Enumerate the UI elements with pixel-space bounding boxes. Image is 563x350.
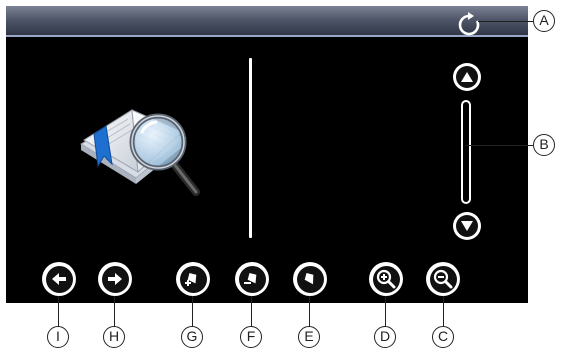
callout-h: H — [103, 326, 125, 348]
remove-bookmark-button[interactable] — [235, 262, 269, 296]
callout-d: D — [374, 326, 396, 348]
leader-line-d — [385, 296, 386, 329]
zoom-in-icon — [376, 269, 396, 289]
scroll-down-button[interactable] — [453, 212, 481, 240]
arrow-right-icon — [108, 273, 122, 285]
callout-a: A — [533, 10, 555, 32]
arrow-left-icon — [52, 273, 66, 285]
leader-line-i — [58, 296, 59, 329]
page-divider — [249, 58, 252, 238]
leader-line-b — [466, 145, 533, 146]
bookmark-add-icon — [185, 272, 197, 286]
leader-line-g — [192, 296, 193, 329]
leader-line-c — [443, 296, 444, 329]
leader-line-a — [478, 21, 533, 22]
next-page-button[interactable] — [98, 262, 132, 296]
callout-c: C — [432, 326, 454, 348]
refresh-icon[interactable] — [455, 11, 483, 39]
title-bar-divider — [6, 35, 528, 37]
callout-b: B — [533, 134, 555, 156]
scroll-up-button[interactable] — [453, 63, 481, 91]
device-screen — [6, 6, 528, 303]
title-bar — [6, 6, 528, 36]
leader-line-e — [309, 296, 310, 329]
zoom-in-button[interactable] — [369, 262, 403, 296]
triangle-up-icon — [461, 72, 473, 82]
bookmark-icon — [304, 272, 314, 285]
bookmark-button[interactable] — [293, 262, 327, 296]
callout-f: F — [240, 326, 262, 348]
bookmark-remove-icon — [244, 272, 257, 284]
callout-e: E — [298, 326, 320, 348]
previous-page-button[interactable] — [42, 262, 76, 296]
callout-i: I — [47, 326, 69, 348]
scroll-track[interactable] — [461, 100, 471, 204]
zoom-out-icon — [433, 269, 453, 289]
book-magnifier-icon — [80, 109, 200, 196]
add-bookmark-button[interactable] — [176, 262, 210, 296]
triangle-down-icon — [461, 221, 473, 231]
leader-line-h — [114, 296, 115, 329]
callout-g: G — [181, 326, 203, 348]
zoom-out-button[interactable] — [426, 262, 460, 296]
leader-line-f — [251, 296, 252, 329]
